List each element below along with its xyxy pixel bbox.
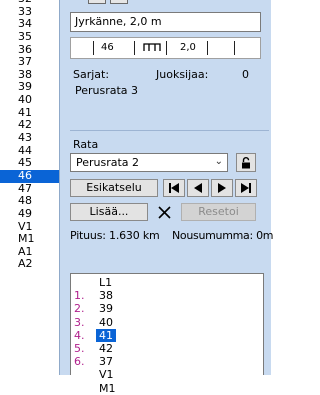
course-select-value: Perusrata 2 — [76, 156, 140, 169]
last-button[interactable] — [235, 179, 257, 197]
lock-button[interactable] — [236, 153, 256, 172]
toolbar-button[interactable] — [88, 0, 106, 4]
previous-icon — [194, 183, 202, 193]
control-code: 42 — [99, 341, 113, 355]
course-control-row[interactable]: L1 — [71, 276, 263, 289]
list-item[interactable]: 35 — [0, 30, 59, 44]
control-properties-panel: Jyrkänne, 2,0 m 46 2,0 Sarjat: Juoksijaa… — [59, 0, 274, 395]
list-item[interactable]: 46 — [0, 169, 59, 183]
course-control-row[interactable]: M1 — [71, 382, 263, 395]
course-select[interactable]: Perusrata 2 ⌄ — [70, 153, 228, 172]
next-icon — [218, 183, 226, 193]
divider — [134, 41, 135, 55]
course-control-row[interactable]: 5. 42 — [71, 342, 263, 355]
section-divider — [70, 130, 269, 131]
divider — [93, 41, 94, 55]
divider — [166, 41, 167, 55]
classes-label: Sarjat: — [73, 68, 110, 81]
control-code: 38 — [99, 289, 113, 303]
course-section-title: Rata — [73, 138, 99, 151]
x-icon — [157, 206, 171, 219]
gate-icon — [143, 43, 161, 51]
control-code: 41 — [96, 328, 116, 342]
control-height: 2,0 — [180, 42, 196, 53]
divider — [207, 41, 208, 55]
control-index: 3. — [74, 315, 85, 329]
classes-value: Perusrata 3 — [75, 84, 139, 97]
delete-button[interactable] — [155, 203, 173, 221]
runners-label: Juoksijaa: — [156, 68, 209, 81]
reset-button[interactable]: Resetoi — [181, 203, 256, 221]
control-code: 40 — [99, 315, 113, 329]
course-control-row[interactable]: 1. 38 — [71, 289, 263, 302]
control-index: 6. — [74, 355, 85, 369]
previous-button[interactable] — [187, 179, 209, 197]
lock-icon — [242, 157, 250, 169]
course-control-row[interactable]: 2. 39 — [71, 302, 263, 315]
runners-count: 0 — [242, 68, 249, 81]
control-number-list[interactable]: 323334353637383940414243444546474849V1M1… — [0, 0, 59, 375]
control-index: 2. — [74, 302, 85, 316]
course-control-list[interactable]: L1 1. 38 2. 39 3. 40 4. 41 5. 42 6. 37 V1 M1 — [70, 273, 264, 395]
list-item[interactable]: 37 — [0, 56, 59, 69]
list-item[interactable]: A2 — [0, 258, 59, 271]
control-code: M1 — [99, 381, 116, 395]
add-button[interactable]: Lisää... — [70, 203, 148, 221]
chevron-down-icon: ⌄ — [214, 156, 223, 167]
list-item[interactable]: M1 — [0, 233, 59, 246]
control-code: 46 — [101, 42, 114, 53]
list-item[interactable]: 49 — [0, 207, 59, 221]
control-index: 1. — [74, 289, 85, 303]
top-toolbar-stub — [88, 0, 318, 4]
control-index: 4. — [74, 328, 85, 342]
last-icon — [241, 183, 251, 193]
list-item[interactable]: 43 — [0, 131, 59, 145]
control-code: 37 — [99, 355, 113, 369]
list-item[interactable]: 40 — [0, 93, 59, 107]
toolbar-button[interactable] — [110, 0, 128, 4]
next-button[interactable] — [211, 179, 233, 197]
first-button[interactable] — [163, 179, 185, 197]
control-code: 39 — [99, 302, 113, 316]
control-index: 5. — [74, 341, 85, 355]
control-name-input[interactable]: Jyrkänne, 2,0 m — [70, 12, 261, 32]
divider — [234, 41, 235, 55]
course-climb: Nousumumma: 0m — [172, 229, 274, 242]
course-control-row[interactable]: 3. 40 — [71, 316, 263, 329]
control-code: L1 — [99, 276, 113, 289]
list-item[interactable]: 48 — [0, 195, 59, 208]
course-length: Pituus: 1.630 km — [70, 229, 160, 242]
course-control-row[interactable]: 6. 37 — [71, 355, 263, 368]
preview-button[interactable]: Esikatselu — [70, 179, 158, 197]
control-symbol-box[interactable]: 46 2,0 — [70, 37, 261, 59]
first-icon — [169, 183, 179, 193]
course-control-row[interactable]: 4. 41 — [71, 328, 263, 342]
